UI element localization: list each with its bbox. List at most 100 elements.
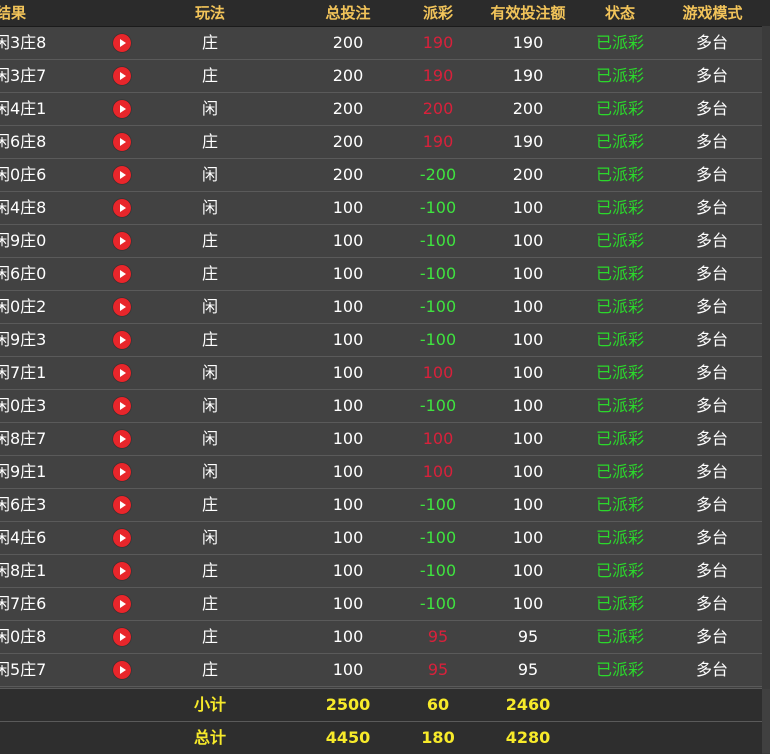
table-row: 闲4庄8 闲 100 -100 100 已派彩 多台 [0, 192, 762, 225]
valid-bet-cell: 100 [512, 231, 544, 250]
play-circle-icon[interactable] [113, 364, 131, 382]
result-cell: 闲4庄1 [0, 99, 47, 118]
valid-bet-cell: 200 [512, 99, 544, 118]
total-bet-cell: 200 [332, 99, 364, 118]
table-row: 闲9庄0 庄 100 -100 100 已派彩 多台 [0, 225, 762, 258]
play-cell: 庄 [201, 264, 218, 283]
play-circle-icon[interactable] [113, 529, 131, 547]
play-cell: 庄 [201, 66, 218, 85]
valid-bet-cell: 100 [512, 594, 544, 613]
payout-cell: 190 [422, 132, 454, 151]
play-circle-icon[interactable] [113, 265, 131, 283]
valid-bet-cell: 95 [517, 660, 539, 679]
valid-bet-cell: 190 [512, 66, 544, 85]
result-cell: 闲9庄1 [0, 462, 47, 481]
play-cell: 闲 [201, 297, 218, 316]
play-circle-icon[interactable] [113, 232, 131, 250]
header-result: 结果 [0, 4, 27, 22]
total-bet-cell: 100 [332, 330, 364, 349]
status-cell: 已派彩 [595, 99, 644, 118]
status-cell: 已派彩 [595, 297, 644, 316]
play-circle-icon[interactable] [113, 628, 131, 646]
valid-bet-cell: 100 [512, 198, 544, 217]
mode-cell: 多台 [695, 528, 728, 547]
total-bet-cell: 100 [332, 429, 364, 448]
mode-cell: 多台 [695, 495, 728, 514]
mode-cell: 多台 [695, 99, 728, 118]
play-circle-icon[interactable] [113, 595, 131, 613]
mode-cell: 多台 [695, 660, 728, 679]
valid-bet-cell: 100 [512, 363, 544, 382]
table-row: 闲5庄7 庄 100 95 95 已派彩 多台 [0, 654, 762, 687]
play-circle-icon[interactable] [113, 430, 131, 448]
play-circle-icon[interactable] [113, 661, 131, 679]
play-circle-icon[interactable] [113, 34, 131, 52]
play-cell: 庄 [201, 330, 218, 349]
table-row: 闲6庄3 庄 100 -100 100 已派彩 多台 [0, 489, 762, 522]
result-cell: 闲8庄7 [0, 429, 47, 448]
total-bet-cell: 100 [332, 297, 364, 316]
play-circle-icon[interactable] [113, 100, 131, 118]
table-row: 闲0庄6 闲 200 -200 200 已派彩 多台 [0, 159, 762, 192]
payout-cell: 200 [422, 99, 454, 118]
play-circle-icon[interactable] [113, 463, 131, 481]
play-cell: 闲 [201, 396, 218, 415]
payout-cell: -100 [419, 396, 457, 415]
mode-cell: 多台 [695, 627, 728, 646]
result-cell: 闲3庄7 [0, 66, 47, 85]
play-circle-icon[interactable] [113, 397, 131, 415]
mode-cell: 多台 [695, 33, 728, 52]
play-circle-icon[interactable] [113, 133, 131, 151]
result-cell: 闲9庄3 [0, 330, 47, 349]
result-cell: 闲7庄6 [0, 594, 47, 613]
table-row: 闲6庄0 庄 100 -100 100 已派彩 多台 [0, 258, 762, 291]
mode-cell: 多台 [695, 66, 728, 85]
play-cell: 庄 [201, 561, 218, 580]
valid-bet-cell: 100 [512, 561, 544, 580]
status-cell: 已派彩 [595, 330, 644, 349]
table-row: 闲7庄6 庄 100 -100 100 已派彩 多台 [0, 588, 762, 621]
mode-cell: 多台 [695, 429, 728, 448]
result-cell: 闲8庄1 [0, 561, 47, 580]
total-bet-cell: 100 [332, 198, 364, 217]
table-row: 闲6庄8 庄 200 190 190 已派彩 多台 [0, 126, 762, 159]
payout-cell: 190 [422, 33, 454, 52]
valid-bet-cell: 100 [512, 495, 544, 514]
mode-cell: 多台 [695, 462, 728, 481]
valid-bet-cell: 200 [512, 165, 544, 184]
status-cell: 已派彩 [595, 198, 644, 217]
payout-cell: -100 [419, 330, 457, 349]
play-circle-icon[interactable] [113, 67, 131, 85]
mode-cell: 多台 [695, 132, 728, 151]
mode-cell: 多台 [695, 231, 728, 250]
valid-bet-cell: 190 [512, 33, 544, 52]
play-circle-icon[interactable] [113, 166, 131, 184]
play-circle-icon[interactable] [113, 496, 131, 514]
play-cell: 庄 [201, 132, 218, 151]
table-row: 闲7庄1 闲 100 100 100 已派彩 多台 [0, 357, 762, 390]
play-circle-icon[interactable] [113, 199, 131, 217]
result-cell: 闲6庄0 [0, 264, 47, 283]
total-bet-cell: 200 [332, 165, 364, 184]
valid-bet-cell: 100 [512, 396, 544, 415]
payout-cell: -100 [419, 297, 457, 316]
scrollbar[interactable] [762, 26, 770, 689]
subtotal-row: 小计 2500 60 2460 [0, 688, 762, 721]
status-cell: 已派彩 [595, 462, 644, 481]
play-cell: 闲 [201, 99, 218, 118]
payout-cell: 95 [427, 627, 449, 646]
subtotal-total-bet: 2500 [325, 695, 371, 714]
header-mode: 游戏模式 [682, 4, 743, 22]
status-cell: 已派彩 [595, 132, 644, 151]
payout-cell: -100 [419, 561, 457, 580]
play-cell: 闲 [201, 528, 218, 547]
valid-bet-cell: 95 [517, 627, 539, 646]
play-circle-icon[interactable] [113, 331, 131, 349]
status-cell: 已派彩 [595, 594, 644, 613]
play-circle-icon[interactable] [113, 298, 131, 316]
play-circle-icon[interactable] [113, 562, 131, 580]
status-cell: 已派彩 [595, 396, 644, 415]
payout-cell: 95 [427, 660, 449, 679]
mode-cell: 多台 [695, 297, 728, 316]
payout-cell: -200 [419, 165, 457, 184]
